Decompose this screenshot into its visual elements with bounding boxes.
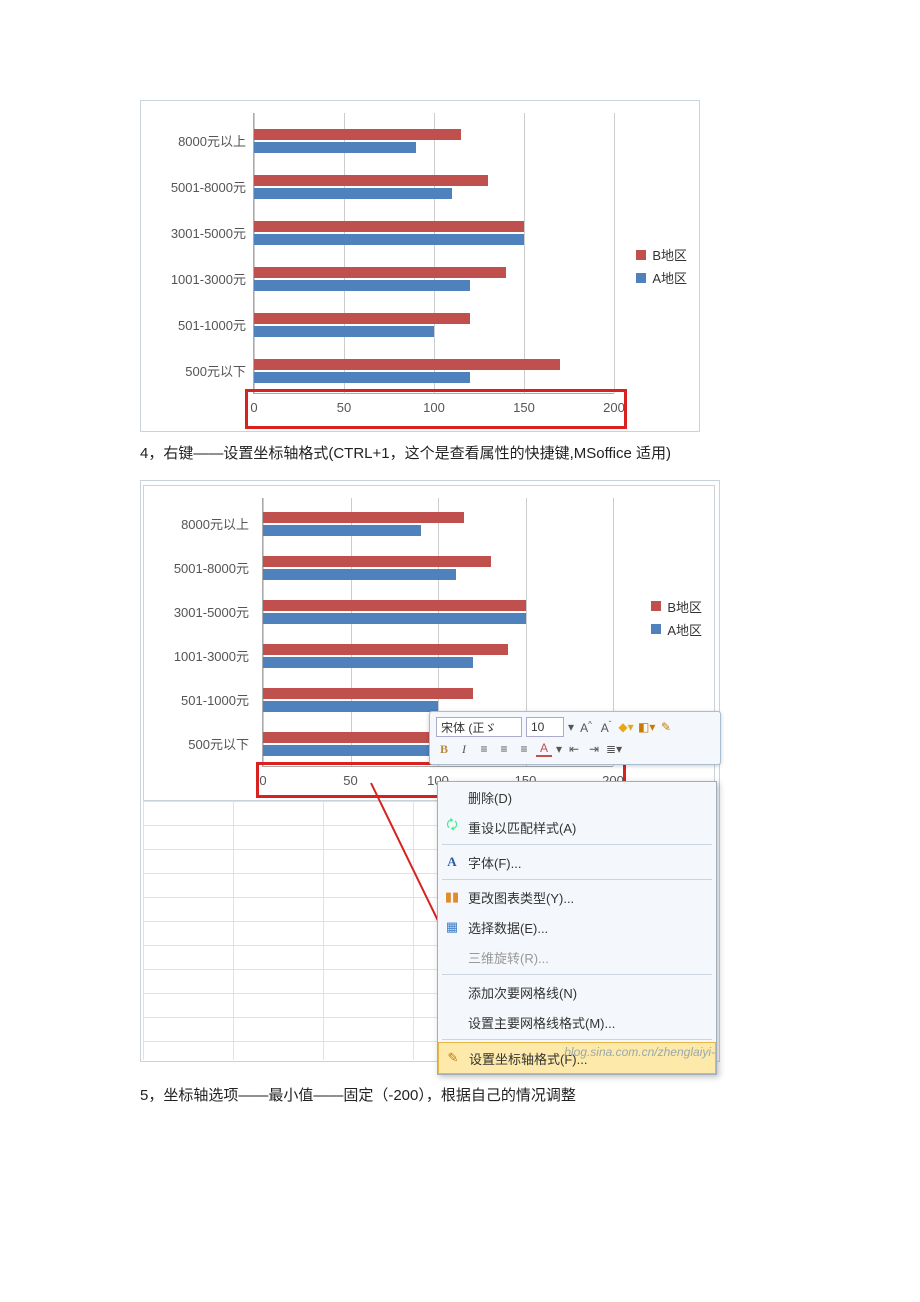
font-name-select[interactable]: 宋体 (正ゞ [436,717,522,737]
mini-format-toolbar[interactable]: 宋体 (正ゞ 10 ▾ A^ Aˇ ◆▾ ◧▾ ✎ B I ≡ ≡ ≡ A ▾ … [429,711,721,765]
align-right-icon[interactable]: ≡ [516,742,532,756]
shrink-font-icon[interactable]: Aˇ [598,720,614,735]
ylabel: 500元以下 [144,734,249,753]
xtick: 50 [337,400,351,415]
bullets-icon[interactable]: ≣▾ [606,742,622,756]
chart-legend: B地区 A地区 [636,241,687,291]
ctx-add-minor-gridlines[interactable]: 添加次要网格线(N) [438,977,716,1007]
ylabel: 5001-8000元 [141,177,246,196]
ylabel: 8000元以上 [141,131,246,150]
step4-caption: 4，右键——设置坐标轴格式(CTRL+1，这个是查看属性的快捷键,MSoffic… [140,442,780,466]
chart-2-screenshot: 8000元以上 5001-8000元 3001-5000元 1001-3000元… [140,480,720,1062]
select-data-icon: ▦ [444,919,460,935]
ylabel: 500元以下 [141,361,246,380]
italic-icon[interactable]: I [456,742,472,757]
ylabel: 5001-8000元 [144,558,249,577]
ylabel: 3001-5000元 [144,602,249,621]
ylabel: 501-1000元 [144,690,249,709]
indent-increase-icon[interactable]: ⇥ [586,742,602,756]
ylabel: 3001-5000元 [141,223,246,242]
chart-1: 8000元以上 5001-8000元 3001-5000元 1001-3000元… [140,100,700,432]
indent-decrease-icon[interactable]: ⇤ [566,742,582,756]
ctx-change-chart-type[interactable]: ▮▮ 更改图表类型(Y)... [438,882,716,912]
font-size-select[interactable]: 10 [526,717,564,737]
ylabel: 1001-3000元 [141,269,246,288]
xtick: 50 [343,773,357,788]
legend-a: A地区 [652,268,687,287]
step5-caption: 5，坐标轴选项——最小值——固定（-200），根据自己的情况调整 [140,1084,780,1108]
ctx-reset-style[interactable]: 🗘 重设以匹配样式(A) [438,812,716,842]
ctx-format-major-gridlines[interactable]: 设置主要网格线格式(M)... [438,1007,716,1037]
chart-type-icon: ▮▮ [444,889,460,905]
chart-legend: B地区 A地区 [651,593,702,643]
font-color-icon[interactable]: A [536,741,552,757]
context-menu[interactable]: 删除(D) 🗘 重设以匹配样式(A) A 字体(F)... ▮▮ 更改图表类型(… [437,781,717,1075]
xtick: 0 [250,400,257,415]
bold-icon[interactable]: B [436,742,452,757]
xtick: 0 [259,773,266,788]
xtick: 150 [513,400,535,415]
align-center-icon[interactable]: ≡ [496,742,512,756]
reset-icon: 🗘 [444,816,460,838]
legend-b: B地区 [652,245,687,264]
xtick: 100 [423,400,445,415]
ctx-select-data[interactable]: ▦ 选择数据(E)... [438,912,716,942]
grow-font-icon[interactable]: A^ [578,720,594,735]
ylabel: 1001-3000元 [144,646,249,665]
ctx-delete[interactable]: 删除(D) [438,782,716,812]
ctx-3d-rotate: 三维旋转(R)... [438,942,716,972]
watermark: blog.sina.com.cn/zhenglaiyi- [564,1045,715,1059]
font-icon: A [444,854,460,870]
format-painter-icon[interactable]: ✎ [658,720,674,734]
legend-b: B地区 [667,597,702,616]
align-left-icon[interactable]: ≡ [476,742,492,756]
ctx-font[interactable]: A 字体(F)... [438,847,716,877]
ylabel: 8000元以上 [144,514,249,533]
fill-color-icon[interactable]: ◆▾ [618,720,634,734]
xtick: 200 [603,400,625,415]
legend-a: A地区 [667,620,702,639]
format-axis-icon: ✎ [445,1050,461,1066]
border-icon[interactable]: ◧▾ [638,720,654,734]
ylabel: 501-1000元 [141,315,246,334]
